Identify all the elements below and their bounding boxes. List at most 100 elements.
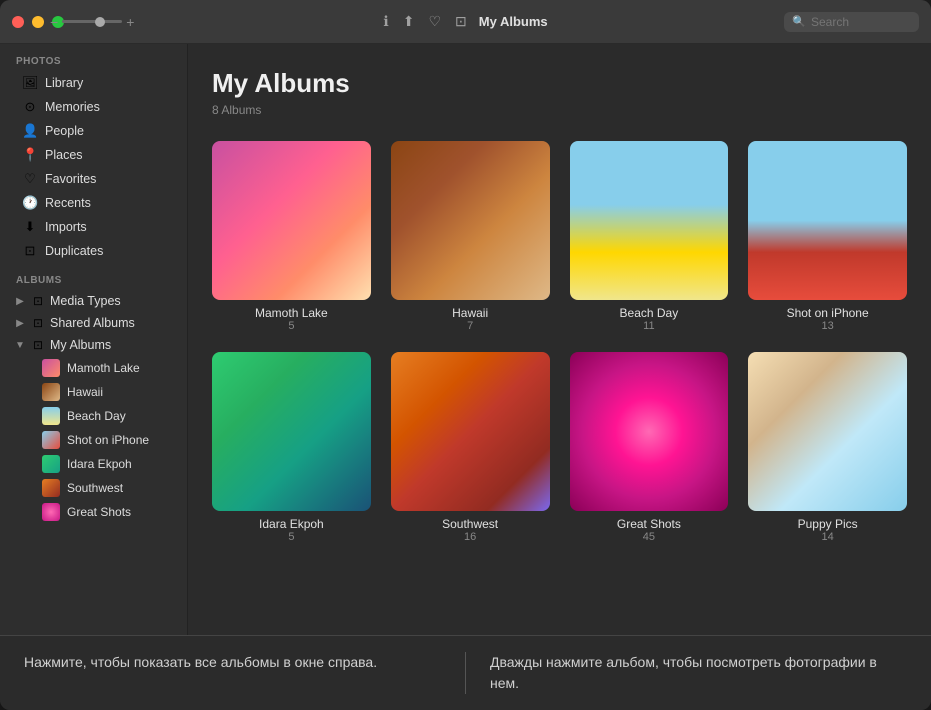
content-area: My Albums 8 Albums Mamoth Lake 5 Hawaii … (188, 44, 931, 635)
sidebar-label-imports: Imports (45, 220, 87, 234)
sidebar-sub-mamoth-lake[interactable]: Mamoth Lake (6, 356, 181, 380)
album-name-beach: Beach Day (620, 306, 679, 320)
app-window: − + ℹ ⬆ ♡ ⊡ My Albums 🔍 Photos 🖼 (0, 0, 931, 710)
sidebar-label-favorites: Favorites (45, 172, 96, 186)
media-types-icon: ⊡ (30, 294, 46, 308)
media-types-label: Media Types (50, 294, 121, 308)
album-beach-day[interactable]: Beach Day 11 (570, 141, 729, 332)
duplicates-icon: ⊡ (22, 243, 38, 259)
chevron-right-icon: ▶ (14, 296, 26, 307)
sidebar-item-duplicates[interactable]: ⊡ Duplicates (6, 239, 181, 263)
library-icon: 🖼 (22, 75, 38, 91)
album-thumb-puppy (748, 352, 907, 511)
chevron-right-icon-2: ▶ (14, 318, 26, 329)
search-input[interactable] (811, 15, 911, 29)
sub-thumb-hawaii (42, 383, 60, 401)
search-bar[interactable]: 🔍 (784, 12, 919, 32)
annotation-right: Дважды нажмите альбом, чтобы посмотреть … (466, 652, 907, 694)
zoom-controls: − + (50, 14, 134, 30)
album-puppy-pics[interactable]: Puppy Pics 14 (748, 352, 907, 543)
sidebar-sub-shot-on-iphone[interactable]: Shot on iPhone (6, 428, 181, 452)
album-name-southwest: Southwest (442, 517, 498, 531)
zoom-thumb (95, 17, 105, 27)
album-count-southwest: 16 (464, 531, 476, 543)
sub-thumb-great (42, 503, 60, 521)
places-icon: 📍 (22, 147, 38, 163)
album-name-puppy: Puppy Pics (798, 517, 858, 531)
sidebar-item-media-types[interactable]: ▶ ⊡ Media Types (6, 290, 181, 312)
people-icon: 👤 (22, 123, 38, 139)
memories-icon: ⊙ (22, 99, 38, 115)
shared-albums-icon: ⊡ (30, 316, 46, 330)
album-name-mamoth: Mamoth Lake (255, 306, 328, 320)
sidebar-item-shared-albums[interactable]: ▶ ⊡ Shared Albums (6, 312, 181, 334)
titlebar: − + ℹ ⬆ ♡ ⊡ My Albums 🔍 (0, 0, 931, 44)
album-count: 8 Albums (212, 103, 907, 117)
sidebar-sub-hawaii[interactable]: Hawaii (6, 380, 181, 404)
album-hawaii[interactable]: Hawaii 7 (391, 141, 550, 332)
content-header: My Albums 8 Albums (188, 44, 931, 125)
chevron-down-icon: ▼ (14, 340, 26, 351)
sidebar-item-recents[interactable]: 🕐 Recents (6, 191, 181, 215)
recents-icon: 🕐 (22, 195, 38, 211)
sub-label-mamoth: Mamoth Lake (67, 361, 140, 375)
sidebar-label-recents: Recents (45, 196, 91, 210)
main-area: Photos 🖼 Library ⊙ Memories 👤 People 📍 P… (0, 44, 931, 635)
photos-section-label: Photos (0, 44, 187, 71)
sidebar-sub-idara[interactable]: Idara Ekpoh (6, 452, 181, 476)
album-count-hawaii: 7 (467, 320, 473, 332)
sidebar-item-imports[interactable]: ⬇ Imports (6, 215, 181, 239)
annotation-left-text: Нажмите, чтобы показать все альбомы в ок… (24, 652, 441, 673)
page-title: My Albums (212, 68, 907, 99)
album-mamoth-lake[interactable]: Mamoth Lake 5 (212, 141, 371, 332)
sub-label-hawaii: Hawaii (67, 385, 103, 399)
share-icon[interactable]: ⬆ (403, 13, 415, 30)
close-button[interactable] (12, 16, 24, 28)
sidebar-item-favorites[interactable]: ♡ Favorites (6, 167, 181, 191)
sub-label-southwest: Southwest (67, 481, 123, 495)
zoom-slider[interactable] (62, 20, 122, 23)
album-count-shot: 13 (822, 320, 834, 332)
album-thumb-great (570, 352, 729, 511)
sub-thumb-mamoth (42, 359, 60, 377)
info-icon[interactable]: ℹ (383, 13, 388, 30)
sidebar-item-memories[interactable]: ⊙ Memories (6, 95, 181, 119)
album-southwest[interactable]: Southwest 16 (391, 352, 550, 543)
sidebar-sub-southwest[interactable]: Southwest (6, 476, 181, 500)
sidebar-item-people[interactable]: 👤 People (6, 119, 181, 143)
albums-section-label: Albums (0, 263, 187, 290)
zoom-plus-button[interactable]: + (126, 14, 134, 30)
sub-thumb-idara (42, 455, 60, 473)
sidebar-sub-beach-day[interactable]: Beach Day (6, 404, 181, 428)
sub-thumb-beach (42, 407, 60, 425)
sidebar-label-memories: Memories (45, 100, 100, 114)
album-thumb-idara (212, 352, 371, 511)
sidebar-sub-great-shots[interactable]: Great Shots (6, 500, 181, 524)
album-shot-on-iphone[interactable]: Shot on iPhone 13 (748, 141, 907, 332)
sub-label-great: Great Shots (67, 505, 131, 519)
heart-icon[interactable]: ♡ (428, 13, 441, 30)
album-thumb-shot (748, 141, 907, 300)
album-thumb-beach (570, 141, 729, 300)
sidebar-label-places: Places (45, 148, 83, 162)
album-idara[interactable]: Idara Ekpoh 5 (212, 352, 371, 543)
zoom-minus-button[interactable]: − (50, 14, 58, 30)
album-count-beach: 11 (643, 320, 654, 332)
my-albums-label: My Albums (50, 338, 111, 352)
sidebar: Photos 🖼 Library ⊙ Memories 👤 People 📍 P… (0, 44, 188, 635)
window-title: My Albums (479, 14, 548, 29)
crop-icon[interactable]: ⊡ (455, 13, 467, 30)
album-name-great: Great Shots (617, 517, 681, 531)
album-great-shots[interactable]: Great Shots 45 (570, 352, 729, 543)
annotation-overlay: Нажмите, чтобы показать все альбомы в ок… (0, 635, 931, 710)
album-thumb-mamoth (212, 141, 371, 300)
shared-albums-label: Shared Albums (50, 316, 135, 330)
sub-label-beach: Beach Day (67, 409, 126, 423)
albums-grid: Mamoth Lake 5 Hawaii 7 Beach Day 11 Shot… (188, 125, 931, 567)
sidebar-item-places[interactable]: 📍 Places (6, 143, 181, 167)
album-count-idara: 5 (288, 531, 294, 543)
minimize-button[interactable] (32, 16, 44, 28)
album-count-puppy: 14 (822, 531, 834, 543)
sidebar-item-library[interactable]: 🖼 Library (6, 71, 181, 95)
sidebar-item-my-albums[interactable]: ▼ ⊡ My Albums (6, 334, 181, 356)
